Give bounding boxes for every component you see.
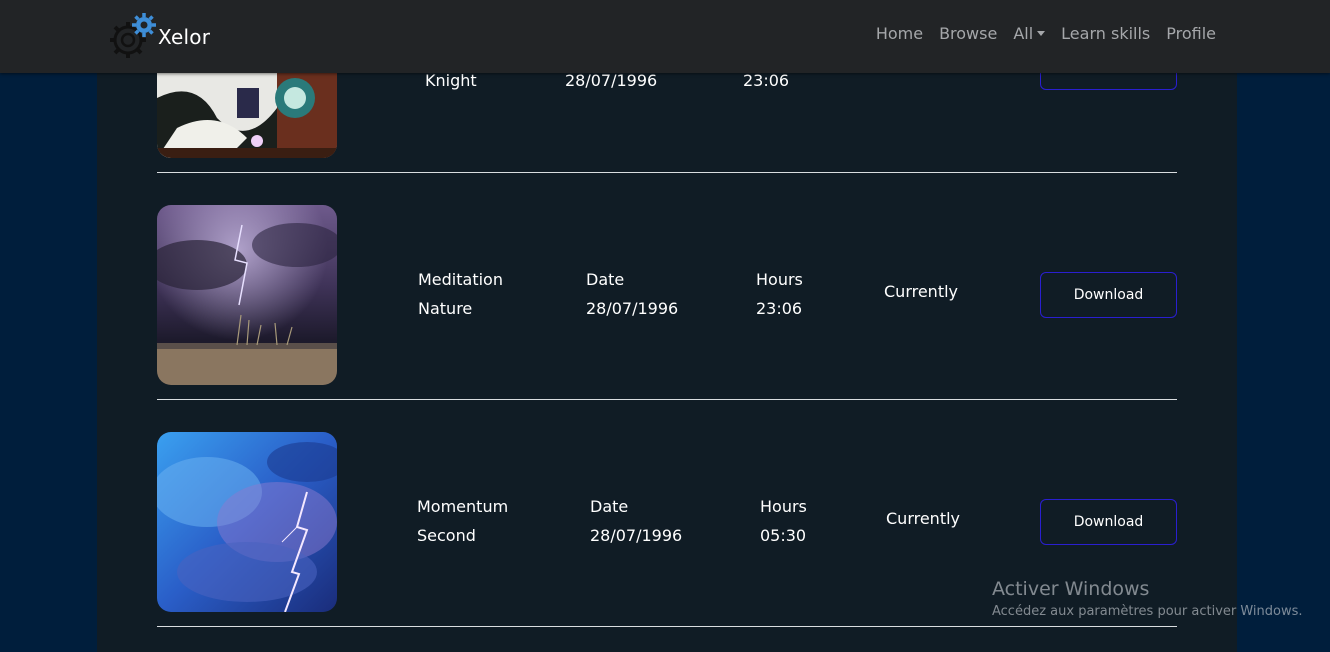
windows-activation-watermark: Activer Windows Accédez aux paramètres p… (992, 577, 1303, 623)
row-date: Date 28/07/1996 (586, 265, 678, 323)
title-line-1: Meditation (418, 270, 503, 289)
row-title: Momentum Second (417, 492, 508, 550)
watermark-subtitle: Accédez aux paramètres pour activer Wind… (992, 604, 1303, 619)
download-button[interactable]: Download (1040, 499, 1177, 545)
nav-links: Home Browse All Learn skills Profile (876, 24, 1216, 43)
nav-all-label: All (1013, 24, 1034, 43)
hours-label: Hours (760, 497, 807, 516)
caret-down-icon (1037, 31, 1046, 36)
brand-name: Xelor (158, 25, 211, 49)
download-button[interactable]: Download (1040, 272, 1177, 318)
row-status: Currently (884, 282, 959, 301)
top-navbar: Xelor Home Browse All Learn skills Profi… (0, 0, 1330, 73)
nav-home[interactable]: Home (876, 24, 923, 43)
hours-label: Hours (756, 270, 803, 289)
hours-value: 23:06 (756, 299, 803, 318)
title-line-1: Momentum (417, 497, 509, 516)
row-status: Currently (886, 509, 961, 528)
watermark-title: Activer Windows (992, 578, 1150, 600)
storm-image (157, 205, 337, 385)
date-value: 28/07/1996 (586, 299, 679, 318)
brand-link[interactable]: Xelor (108, 12, 210, 62)
nav-browse[interactable]: Browse (939, 24, 997, 43)
gears-icon (108, 12, 160, 62)
lightning-clouds-image (157, 432, 337, 612)
row-thumbnail[interactable] (157, 205, 337, 385)
title-line-2: Second (417, 526, 476, 545)
hours-value: 05:30 (760, 526, 807, 545)
date-label: Date (590, 497, 629, 516)
nav-all-dropdown[interactable]: All (1013, 24, 1046, 43)
table-row: Meditation Nature Date 28/07/1996 Hours … (157, 173, 1177, 400)
row-date: Date 28/07/1996 (590, 492, 682, 550)
nav-profile[interactable]: Profile (1166, 24, 1216, 43)
date-label: Date (586, 270, 625, 289)
row-hours: Hours 05:30 (760, 492, 807, 550)
title-line-2: Nature (418, 299, 473, 318)
row-hours: Hours 23:06 (756, 265, 803, 323)
nav-learn-skills[interactable]: Learn skills (1061, 24, 1150, 43)
date-value: 28/07/1996 (590, 526, 683, 545)
row-thumbnail[interactable] (157, 432, 337, 612)
row-title: Meditation Nature (418, 265, 503, 323)
